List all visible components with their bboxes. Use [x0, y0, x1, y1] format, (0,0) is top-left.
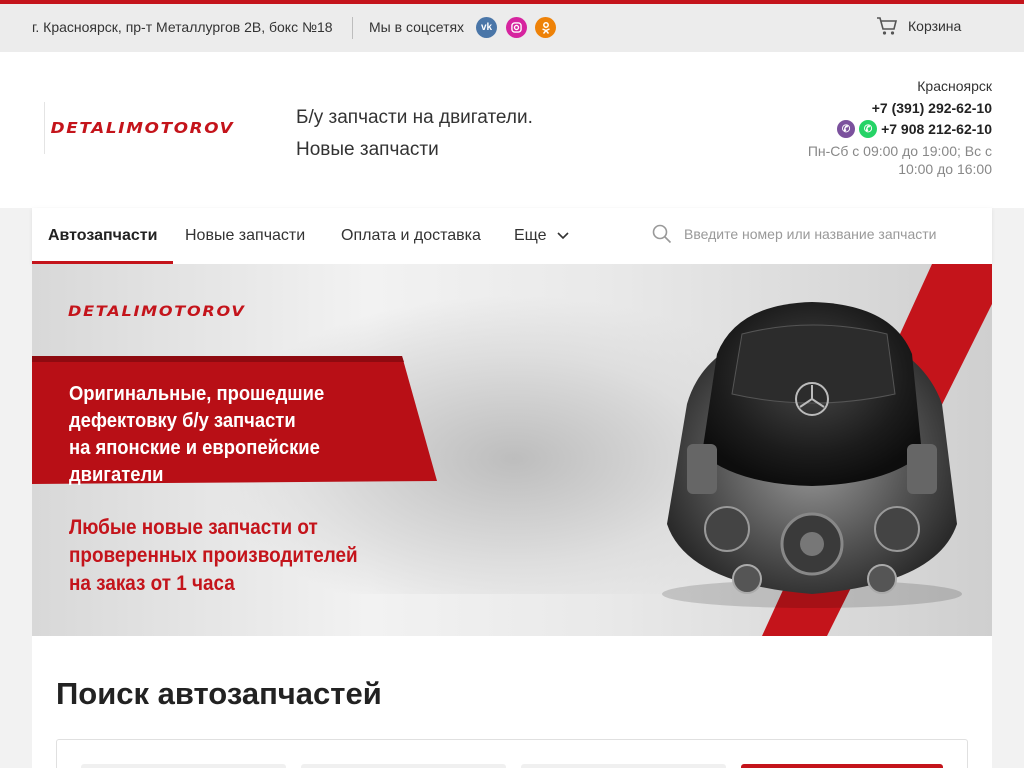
site-logo[interactable]: DETALIMOTOROV	[44, 102, 244, 154]
phone-1[interactable]: +7 (391) 292-62-10	[807, 100, 992, 116]
whatsapp-icon[interactable]: ✆	[859, 120, 878, 138]
banner-subtext-line-1: Любые новые запчасти от	[69, 516, 318, 539]
nav-item-more[interactable]: Еще	[498, 208, 585, 264]
site-header: DETALIMOTOROV Б/у запчасти на двигатели.…	[0, 52, 1024, 208]
parts-search-section: Поиск автозапчастей	[32, 636, 992, 768]
banner-subtext: Любые новые запчасти от проверенных прои…	[69, 514, 384, 598]
search-input[interactable]	[684, 226, 974, 242]
vk-icon[interactable]: vk	[476, 17, 497, 38]
instagram-icon[interactable]	[506, 17, 527, 38]
nav-item-more-label: Еще	[514, 227, 547, 244]
cart-icon	[877, 17, 898, 35]
search-icon[interactable]	[652, 224, 672, 244]
phone-2[interactable]: ✆ ✆ +7 908 212-62-10	[807, 120, 992, 138]
search-field-3[interactable]	[521, 764, 726, 768]
banner-headline: Оригинальные, прошедшие дефектовку б/у з…	[69, 381, 400, 489]
tagline-line-2: Новые запчасти	[296, 139, 439, 160]
tagline-line-1: Б/у запчасти на двигатели.	[296, 107, 533, 128]
search-bar	[652, 224, 974, 244]
promo-banner[interactable]: DETALIMOTOROV Оригинальные, прошедшие де…	[32, 264, 992, 636]
banner-headline-line-2: дефектовку б/у запчасти	[69, 410, 296, 432]
banner-headline-line-1: Оригинальные, прошедшие	[69, 383, 325, 405]
nav-item-autoparts[interactable]: Автозапчасти	[32, 208, 174, 264]
working-hours: Пн-Сб с 09:00 до 19:00; Вс с 10:00 до 16…	[807, 143, 992, 177]
divider	[352, 17, 353, 39]
search-form	[56, 739, 968, 768]
cart-label: Корзина	[908, 18, 962, 34]
search-field-2[interactable]	[301, 764, 506, 768]
cart-button[interactable]: Корзина	[876, 16, 961, 36]
engine-image	[662, 302, 962, 608]
main-nav: Автозапчасти Новые запчасти Оплата и дос…	[32, 208, 992, 264]
nav-item-payment-delivery[interactable]: Оплата и доставка	[325, 208, 497, 264]
social-label: Мы в соцсетях	[369, 19, 465, 35]
city-selector[interactable]: Красноярск	[807, 78, 992, 94]
phone-2-text: +7 908 212-62-10	[881, 121, 992, 137]
search-submit-button[interactable]	[741, 764, 943, 768]
banner-logo: DETALIMOTOROV	[68, 304, 246, 320]
logo-text: DETALIMOTOROV	[50, 119, 235, 137]
odnoklassniki-icon[interactable]	[535, 17, 556, 38]
section-title: Поиск автозапчастей	[56, 676, 382, 711]
tagline: Б/у запчасти на двигатели. Новые запчаст…	[296, 102, 533, 166]
banner-headline-line-3: на японские и европейские двигатели	[69, 437, 320, 486]
phone-1-text: +7 (391) 292-62-10	[871, 100, 992, 116]
banner-subtext-line-3: на заказ от 1 часа	[69, 572, 235, 595]
search-field-1[interactable]	[81, 764, 286, 768]
nav-item-new-parts[interactable]: Новые запчасти	[169, 208, 321, 264]
top-bar: г. Красноярск, пр-т Металлургов 2В, бокс…	[0, 4, 1024, 52]
banner-subtext-line-2: проверенных производителей	[69, 544, 358, 567]
address-text: г. Красноярск, пр-т Металлургов 2В, бокс…	[32, 19, 333, 35]
contact-block: Красноярск +7 (391) 292-62-10 ✆ ✆ +7 908…	[807, 78, 992, 178]
chevron-down-icon	[556, 232, 569, 240]
viber-icon[interactable]: ✆	[837, 120, 856, 138]
